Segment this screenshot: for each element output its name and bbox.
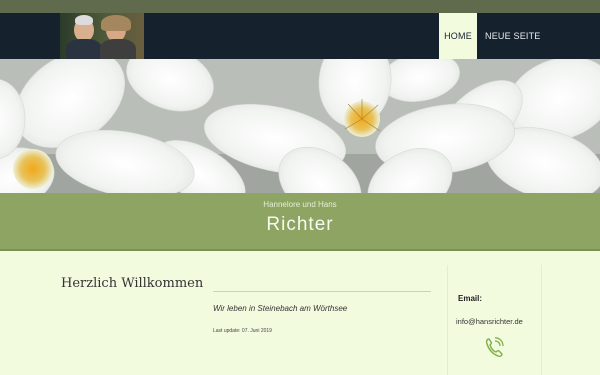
site-title: Richter: [266, 214, 334, 235]
white-flowers-image: [0, 59, 600, 193]
welcome-heading: Herzlich Willkommen: [61, 276, 204, 291]
divider-line: [213, 291, 431, 292]
last-update-text: Last update: 07. Juni 2019: [213, 328, 272, 334]
email-link[interactable]: info@hansrichter.de: [456, 317, 523, 326]
top-strip: [0, 0, 600, 13]
nav-item-home[interactable]: HOME: [439, 13, 477, 59]
motto-text: Wir leben in Steinebach am Wörthsee: [213, 304, 348, 313]
phone-icon[interactable]: [484, 336, 504, 358]
header-photo[interactable]: [60, 13, 144, 59]
site-subtitle: Hannelore und Hans: [263, 200, 337, 209]
email-label: Email:: [458, 294, 483, 303]
hero-image: [0, 59, 600, 193]
nav-item-neue-seite[interactable]: NEUE SEITE: [485, 13, 541, 59]
